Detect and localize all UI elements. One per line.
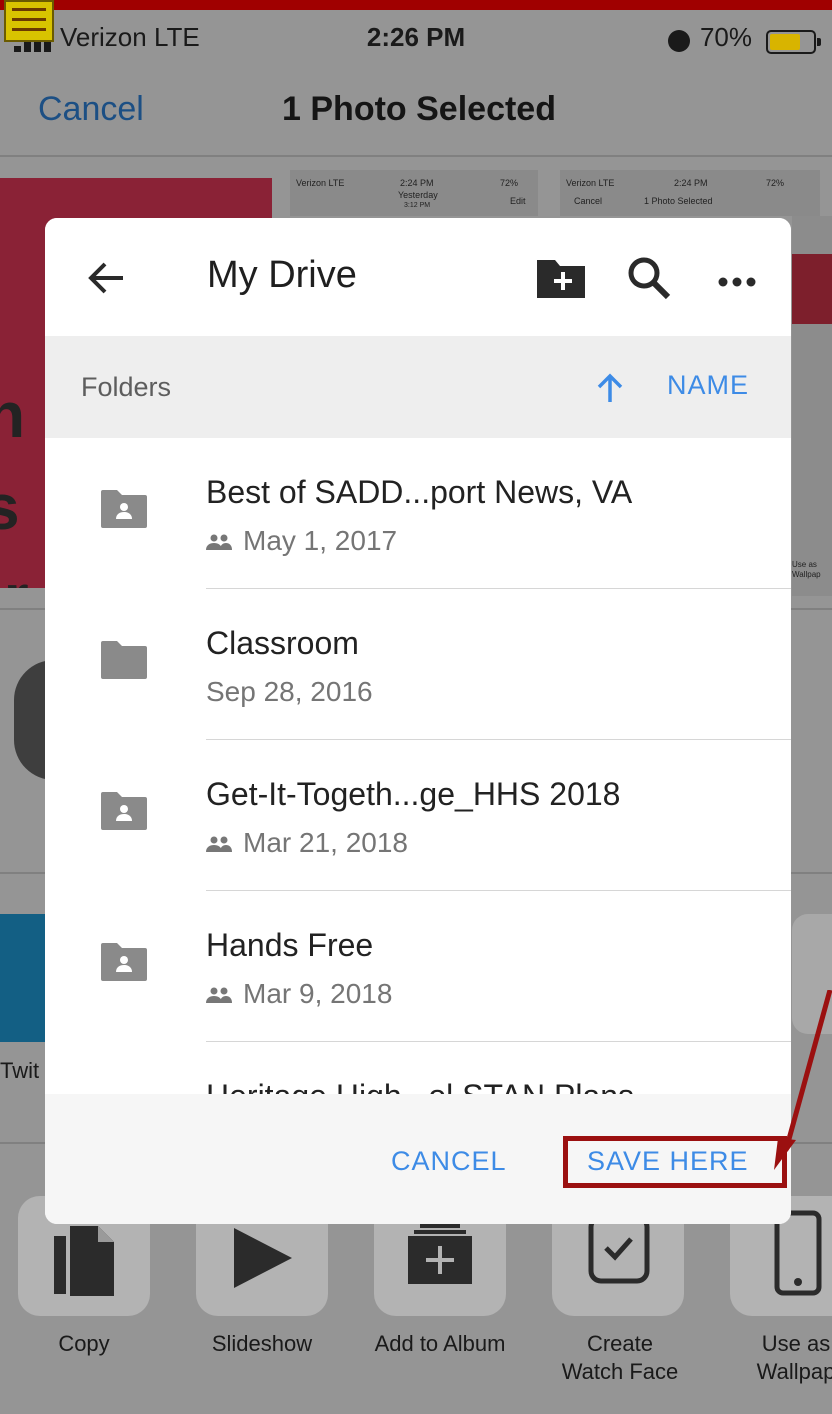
nav-divider xyxy=(0,155,832,157)
folder-name: Classroom xyxy=(206,625,359,661)
hamburger-menu-icon[interactable] xyxy=(4,0,54,42)
background-thumbnail-strip: Use as Wallpap xyxy=(792,216,832,596)
folder-list[interactable]: Best of SADD...port News, VA May 1, 2017… xyxy=(45,438,791,1094)
thumb-text: Yesterday xyxy=(398,190,438,200)
photo-text: s xyxy=(0,471,20,543)
side-label: Wallpap xyxy=(792,570,821,579)
new-folder-icon[interactable] xyxy=(535,252,587,304)
thumb-text: 2:24 PM xyxy=(400,178,434,188)
twitter-app-icon[interactable] xyxy=(0,914,46,1042)
slideshow-action-label: Slideshow xyxy=(211,1331,313,1356)
dialog-title: My Drive xyxy=(207,254,357,296)
annotation-highlight-box xyxy=(563,1136,787,1188)
dialog-header: My Drive xyxy=(45,218,791,336)
thumb-text: 2:24 PM xyxy=(674,178,708,188)
folder-name: Hands Free xyxy=(206,927,374,963)
battery-icon xyxy=(766,30,821,54)
list-item[interactable]: Best of SADD...port News, VA May 1, 2017 xyxy=(45,438,791,589)
folder-name: Heritage High...ol STAN Plans xyxy=(206,1078,634,1094)
photo-thumbnail[interactable]: Verizon LTE 2:24 PM 72% Yesterday 3:12 P… xyxy=(290,170,538,216)
list-item[interactable]: Heritage High...ol STAN Plans xyxy=(45,1042,791,1094)
thumb-text: Cancel xyxy=(574,196,603,206)
list-item[interactable]: Hands Free Mar 9, 2018 xyxy=(45,891,791,1042)
more-icon[interactable] xyxy=(711,252,763,304)
folder-date: May 1, 2017 xyxy=(243,525,398,556)
top-accent-bar xyxy=(0,0,832,10)
alarm-icon xyxy=(668,30,690,52)
thumb-text: 3:12 PM xyxy=(404,202,431,209)
list-item[interactable]: Get-It-Togeth...ge_HHS 2018 Mar 21, 2018 xyxy=(45,740,791,891)
add-album-icon xyxy=(408,1224,472,1284)
twitter-app-label: Twit xyxy=(0,1058,40,1083)
list-item[interactable]: Classroom Sep 28, 2016 xyxy=(45,589,791,740)
thumb-text: Verizon LTE xyxy=(296,178,345,188)
thumb-text: 72% xyxy=(500,178,519,188)
sort-by-name-button[interactable]: NAME xyxy=(667,370,749,401)
thumb-text: 1 Photo Selected xyxy=(644,196,713,206)
folder-icon xyxy=(101,641,147,679)
shared-folder-icon xyxy=(101,490,147,528)
folder-date: Mar 21, 2018 xyxy=(243,827,408,858)
copy-action-label: Copy xyxy=(58,1331,110,1356)
use-as-wallpaper-action-label: Use as Wallpap xyxy=(756,1331,832,1384)
sort-ascending-icon[interactable] xyxy=(595,372,625,404)
cancel-button[interactable]: CANCEL xyxy=(391,1146,507,1177)
shared-people-icon xyxy=(206,987,232,1003)
folder-name: Get-It-Togeth...ge_HHS 2018 xyxy=(206,776,621,812)
sort-bar: Folders NAME xyxy=(45,336,791,438)
battery-percent: 70% xyxy=(699,22,752,52)
shared-people-icon xyxy=(206,836,232,852)
photo-text: ir xyxy=(0,560,29,588)
shared-folder-icon xyxy=(101,792,147,830)
photo-text: n xyxy=(0,379,26,451)
play-icon xyxy=(234,1228,292,1288)
nav-title: 1 Photo Selected xyxy=(282,90,556,128)
folders-section-label: Folders xyxy=(81,372,172,402)
create-watch-face-action-label: Create Watch Face xyxy=(561,1331,679,1384)
shared-people-icon xyxy=(206,534,232,550)
thumb-text: Verizon LTE xyxy=(566,178,615,188)
search-icon[interactable] xyxy=(623,252,675,304)
folder-date: Mar 9, 2018 xyxy=(243,978,393,1009)
thumb-text: 72% xyxy=(766,178,785,188)
folder-name: Best of SADD...port News, VA xyxy=(206,474,633,510)
photo-thumbnail[interactable]: Verizon LTE 2:24 PM 72% Cancel 1 Photo S… xyxy=(560,170,820,216)
shared-folder-icon xyxy=(101,943,147,981)
side-label: Use as xyxy=(792,560,817,569)
back-arrow-icon[interactable] xyxy=(83,254,131,302)
copy-icon xyxy=(54,1226,114,1296)
folder-date: Sep 28, 2016 xyxy=(206,676,373,707)
thumb-text: Edit xyxy=(510,196,526,206)
watch-icon xyxy=(588,1214,650,1284)
add-to-album-action-label: Add to Album xyxy=(374,1331,506,1356)
annotation-arrow-icon xyxy=(774,990,832,1170)
save-to-drive-dialog: My Drive Folders NAME Best of SADD...por… xyxy=(45,218,791,1224)
